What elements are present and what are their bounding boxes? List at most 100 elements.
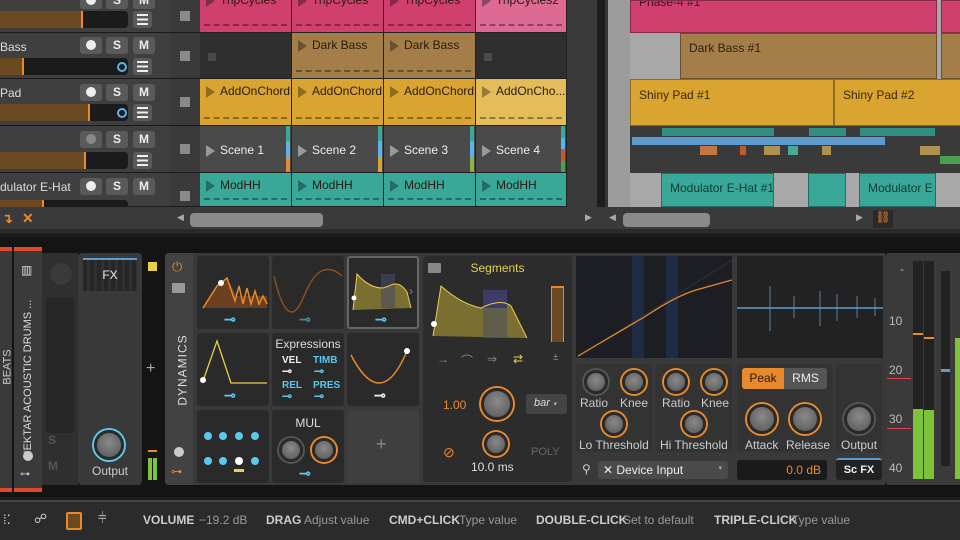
- panel-toggle-button[interactable]: [66, 512, 82, 530]
- play-icon[interactable]: [298, 86, 307, 98]
- timb-routing-icon[interactable]: ⊸: [314, 364, 324, 378]
- mute-button[interactable]: M: [133, 178, 155, 195]
- vel-routing-icon[interactable]: ⊸: [282, 364, 292, 378]
- clip-slot[interactable]: AddOnChord: [384, 79, 476, 126]
- clip-slot[interactable]: ModHH: [384, 173, 476, 207]
- clip-slot[interactable]: TripCycles2: [476, 0, 567, 33]
- clip-slot[interactable]: Dark Bass: [292, 33, 384, 79]
- scroll-right-icon[interactable]: ▶: [856, 212, 863, 223]
- scroll-left-icon[interactable]: ◀: [609, 212, 616, 223]
- track-strip-beats[interactable]: BEATS: [0, 247, 14, 492]
- scroll-right-icon[interactable]: ▶: [585, 212, 592, 223]
- track-header-1[interactable]: S M: [0, 0, 170, 33]
- lo-knee-knob[interactable]: [622, 370, 646, 394]
- stop-cell[interactable]: [170, 173, 200, 207]
- modulation-routing-icon[interactable]: ⊸: [299, 311, 311, 328]
- mute-button[interactable]: M: [133, 84, 155, 101]
- pres-routing-icon[interactable]: ⊸: [314, 389, 324, 403]
- sidechain-gain-field[interactable]: 0.0 dB: [737, 460, 827, 480]
- arranger-clip[interactable]: Phase-4 #1: [630, 0, 937, 33]
- play-icon[interactable]: [390, 86, 399, 98]
- solo-button[interactable]: S: [48, 433, 56, 447]
- modulation-routing-icon[interactable]: ⊸: [224, 387, 236, 404]
- track-menu-button[interactable]: [133, 104, 152, 121]
- release-knob[interactable]: [790, 404, 820, 434]
- record-arm-button[interactable]: [80, 37, 102, 54]
- modulation-arrow-icon[interactable]: ⊶: [171, 465, 182, 478]
- clip-slot[interactable]: ModHH: [476, 173, 567, 207]
- mute-button[interactable]: M: [133, 0, 155, 9]
- segments-time-knob[interactable]: [484, 432, 508, 456]
- clip-slot[interactable]: AddOnCho...: [476, 79, 567, 126]
- play-icon[interactable]: [298, 40, 307, 52]
- segment-loop-icon[interactable]: ⇄: [513, 352, 523, 366]
- track-header-ehat[interactable]: dulator E-Hat S M: [0, 173, 170, 217]
- sc-fx-button[interactable]: Sc FX: [836, 458, 882, 480]
- mul-knob-a[interactable]: [279, 438, 303, 462]
- clip-slot[interactable]: Dark Bass: [384, 33, 476, 79]
- clip-slot[interactable]: ModHH: [292, 173, 384, 207]
- track-menu-button[interactable]: [133, 11, 152, 28]
- arranger-clip[interactable]: Dark Bass #1: [680, 33, 937, 79]
- segment-curve-icon[interactable]: ⌒: [461, 352, 473, 369]
- solo-button[interactable]: S: [106, 131, 128, 148]
- record-arm-button[interactable]: [80, 84, 102, 101]
- play-icon[interactable]: [206, 145, 215, 157]
- play-icon[interactable]: [298, 0, 307, 7]
- clip-slot[interactable]: ModHH: [200, 173, 292, 207]
- record-arm-button[interactable]: [80, 131, 102, 148]
- power-icon[interactable]: ⏻: [172, 259, 182, 275]
- play-icon[interactable]: [390, 40, 399, 52]
- knob-icon[interactable]: [174, 447, 184, 457]
- solo-button[interactable]: S: [106, 84, 128, 101]
- modulator-ahd[interactable]: ⊸: [197, 333, 269, 406]
- clip-slot[interactable]: Scene 3: [384, 126, 476, 173]
- solo-button[interactable]: S: [106, 0, 128, 9]
- stop-icon[interactable]: [208, 53, 216, 61]
- folder-icon[interactable]: [172, 283, 185, 293]
- clip-slot[interactable]: AddOnChord: [292, 79, 384, 126]
- stop-cell[interactable]: [170, 0, 200, 33]
- modulator-lfo[interactable]: ⊸: [272, 256, 344, 329]
- arranger-clip[interactable]: Modulator E: [859, 173, 936, 207]
- add-device-icon[interactable]: +: [146, 360, 155, 378]
- segment-line-icon[interactable]: →: [437, 352, 449, 366]
- rel-routing-icon[interactable]: ⊸: [282, 389, 292, 403]
- modulator-steps[interactable]: [197, 410, 269, 483]
- clip-slot[interactable]: Scene 4: [476, 126, 567, 173]
- volume-fader[interactable]: [0, 58, 128, 75]
- lo-ratio-knob[interactable]: [584, 370, 608, 394]
- record-arm-button[interactable]: [80, 178, 102, 195]
- modulation-routing-icon[interactable]: ⊸: [299, 465, 311, 482]
- modulator-curve[interactable]: ⊸: [347, 333, 419, 406]
- modulator-mul[interactable]: MUL ⊸: [272, 410, 344, 483]
- segments-rate-knob[interactable]: [481, 388, 513, 420]
- play-icon[interactable]: [390, 145, 399, 157]
- stop-cell[interactable]: [170, 126, 200, 173]
- arranger-clip[interactable]: Shiny Pad #1: [630, 79, 834, 126]
- clip-slot[interactable]: Scene 2: [292, 126, 384, 173]
- rms-button[interactable]: RMS: [784, 368, 827, 389]
- clip-slot[interactable]: TripCycles: [384, 0, 476, 33]
- scroll-left-icon[interactable]: ◀: [177, 212, 184, 223]
- modulation-routing-icon[interactable]: ⊸: [224, 311, 236, 328]
- modulator-segments-selected[interactable]: › ⊸: [347, 256, 419, 329]
- mute-button[interactable]: M: [133, 37, 155, 54]
- segment-forward-icon[interactable]: ⇒: [487, 352, 497, 366]
- play-icon[interactable]: [206, 86, 215, 98]
- empty-clip-slot[interactable]: [476, 33, 567, 79]
- play-icon[interactable]: [482, 0, 491, 7]
- modulation-routing-icon[interactable]: ⊸: [374, 387, 386, 404]
- output-knob[interactable]: [844, 404, 874, 434]
- transfer-curve-graph[interactable]: [576, 256, 732, 358]
- volume-fader[interactable]: [0, 104, 128, 121]
- track-header-pad[interactable]: Pad S M: [0, 79, 170, 126]
- fx-button[interactable]: FX: [83, 258, 137, 291]
- hi-threshold-knob[interactable]: [682, 412, 706, 436]
- peak-button[interactable]: Peak: [742, 368, 784, 389]
- mute-button[interactable]: M: [133, 131, 155, 148]
- segments-rate-value[interactable]: 1.00: [443, 398, 466, 412]
- grid-dots-icon[interactable]: ⁞⁚: [3, 512, 11, 528]
- add-modulator-button[interactable]: +: [347, 410, 419, 483]
- hi-ratio-knob[interactable]: [664, 370, 688, 394]
